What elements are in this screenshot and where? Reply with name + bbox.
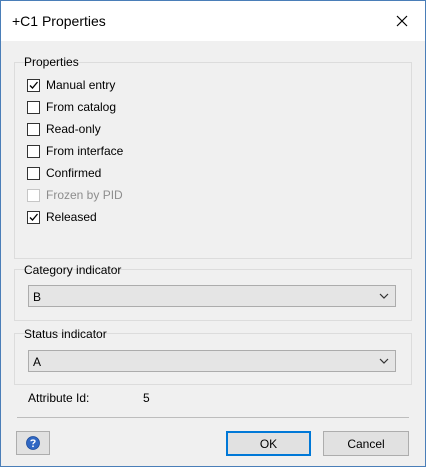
checkbox-label: Manual entry — [46, 78, 116, 92]
checkbox-box — [27, 188, 40, 202]
close-icon — [396, 15, 408, 27]
help-icon — [26, 436, 40, 450]
checkbox-from-catalog[interactable]: From catalog — [27, 99, 116, 115]
checkbox-box[interactable] — [27, 210, 40, 224]
dialog-window: +C1 Properties Properties Manual entry F… — [0, 0, 426, 467]
checkbox-read-only[interactable]: Read-only — [27, 121, 101, 137]
checkbox-box[interactable] — [27, 144, 40, 158]
checkbox-label: From interface — [46, 144, 124, 158]
checkbox-label: Confirmed — [46, 166, 102, 180]
category-indicator-select[interactable]: B — [28, 285, 396, 307]
chevron-down-icon — [379, 358, 389, 364]
status-indicator-title: Status indicator — [24, 327, 107, 341]
checkbox-confirmed[interactable]: Confirmed — [27, 165, 101, 181]
ok-button-label: OK — [259, 436, 278, 451]
window-title: +C1 Properties — [12, 13, 106, 29]
checkbox-box[interactable] — [27, 100, 40, 114]
status-indicator-value: A — [33, 355, 42, 369]
checkbox-label: Frozen by PID — [46, 188, 123, 202]
category-indicator-title: Category indicator — [24, 263, 122, 277]
chevron-down-icon — [379, 293, 389, 299]
check-icon — [29, 213, 38, 221]
attribute-id-value: 5 — [143, 391, 150, 405]
close-button[interactable] — [379, 1, 425, 41]
checkbox-label: Read-only — [46, 122, 101, 136]
cancel-button-label: Cancel — [347, 436, 385, 451]
checkbox-released[interactable]: Released — [27, 209, 97, 225]
checkbox-box[interactable] — [27, 166, 40, 180]
checkbox-frozen-by-pid: Frozen by PID — [27, 187, 123, 203]
checkbox-from-interface[interactable]: From interface — [27, 143, 123, 159]
attribute-id-label: Attribute Id: — [28, 391, 90, 405]
category-indicator-value: B — [33, 290, 42, 304]
checkbox-box[interactable] — [27, 78, 40, 92]
checkbox-label: Released — [46, 210, 97, 224]
properties-group-title: Properties — [24, 55, 79, 69]
checkbox-manual-entry[interactable]: Manual entry — [27, 77, 115, 93]
footer-divider — [17, 417, 409, 418]
checkbox-label: From catalog — [46, 100, 117, 114]
checkbox-box[interactable] — [27, 122, 40, 136]
check-icon — [29, 81, 38, 89]
ok-button[interactable]: OK — [226, 431, 311, 456]
status-indicator-select[interactable]: A — [28, 350, 396, 372]
title-bar: +C1 Properties — [1, 1, 425, 41]
cancel-button[interactable]: Cancel — [323, 431, 409, 456]
help-button[interactable] — [16, 431, 50, 455]
